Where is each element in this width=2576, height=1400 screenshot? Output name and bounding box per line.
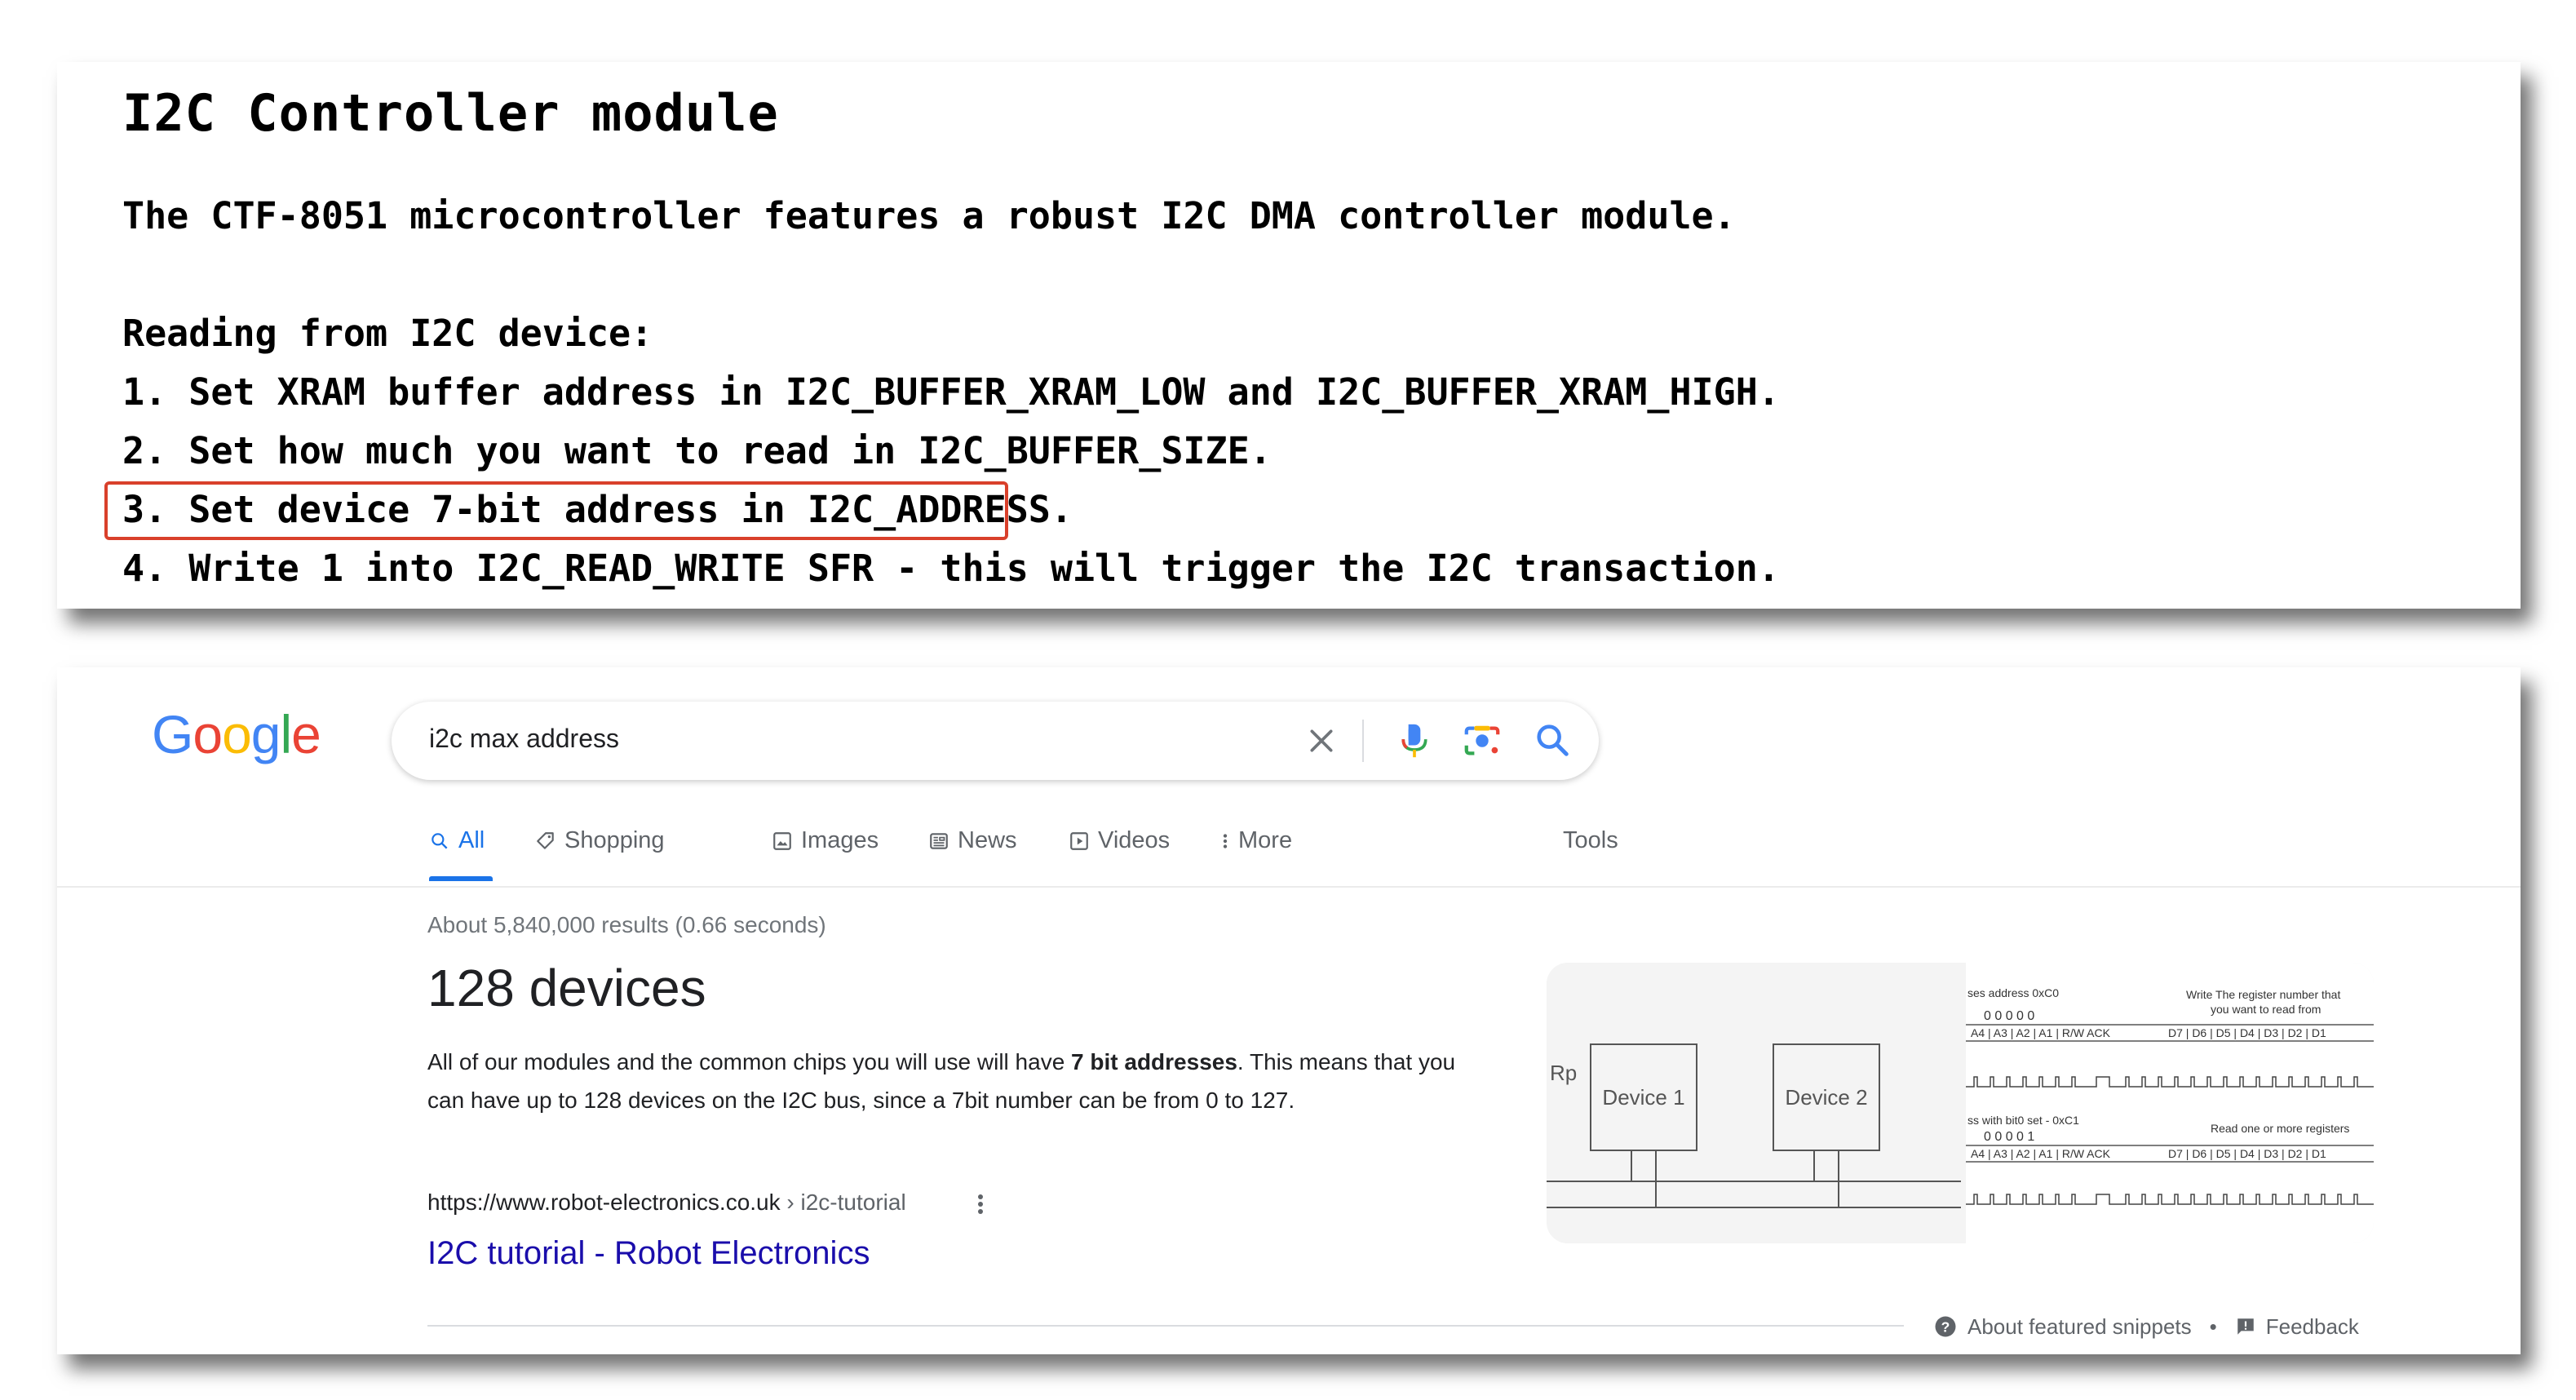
tab-news[interactable]: News bbox=[928, 827, 1017, 884]
doc-heading: Reading from I2C device: bbox=[122, 312, 653, 355]
search-box-divider bbox=[1362, 720, 1364, 762]
featured-snippet-text: All of our modules and the common chips … bbox=[427, 1043, 1488, 1119]
doc-step-4: 4. Write 1 into I2C_READ_WRITE SFR - thi… bbox=[122, 547, 1780, 590]
result-stats: About 5,840,000 results (0.66 seconds) bbox=[427, 912, 826, 937]
tab-videos[interactable]: Videos bbox=[1069, 827, 1170, 884]
footer-separator: • bbox=[2209, 1314, 2217, 1339]
doc-step-3: 3. Set device 7-bit address in I2C_ADDRE… bbox=[122, 488, 1073, 531]
rp-label: Rp bbox=[1550, 1061, 1577, 1085]
address-cells: A4 | A3 | A2 | A1 | R/W ACK bbox=[1971, 1147, 2111, 1160]
search-box[interactable] bbox=[392, 702, 1599, 780]
more-options-icon[interactable] bbox=[972, 1190, 989, 1219]
logo-letter: l bbox=[280, 704, 293, 764]
help-icon: ? bbox=[1935, 1316, 1956, 1337]
camera-lens-icon[interactable] bbox=[1462, 721, 1503, 760]
doc-step-1: 1. Set XRAM buffer address in I2C_BUFFER… bbox=[122, 370, 1780, 414]
featured-snippet-image[interactable]: Rp Device 1 Device 2 ses address 0xC0 Wr… bbox=[1547, 963, 2374, 1243]
tab-label: All bbox=[458, 827, 485, 853]
doc-intro: The CTF-8051 microcontroller features a … bbox=[122, 194, 1736, 237]
timing-label: Write The register number that bbox=[2186, 988, 2340, 1001]
snippet-bold-text: 7 bit addresses bbox=[1071, 1049, 1237, 1074]
tab-label: Videos bbox=[1098, 827, 1171, 853]
address-cells: A4 | A3 | A2 | A1 | R/W ACK bbox=[1971, 1026, 2111, 1039]
tabs-divider bbox=[57, 886, 2521, 888]
timing-label: you want to read from bbox=[2211, 1003, 2321, 1016]
search-icon bbox=[432, 833, 448, 849]
result-title-link[interactable]: I2C tutorial - Robot Electronics bbox=[427, 1235, 870, 1272]
data-cells: D7 | D6 | D5 | D4 | D3 | D2 | D1 bbox=[2168, 1026, 2326, 1039]
device-1-label: Device 1 bbox=[1602, 1085, 1684, 1110]
search-input[interactable] bbox=[427, 723, 1246, 755]
bit-values: 0 0 0 0 1 bbox=[1984, 1130, 2034, 1144]
close-icon[interactable] bbox=[1305, 724, 1338, 757]
search-icon[interactable] bbox=[1534, 721, 1571, 759]
tag-icon bbox=[537, 832, 554, 849]
tab-more[interactable]: More bbox=[1220, 827, 1292, 884]
source-domain: https://www.robot-electronics.co.uk bbox=[427, 1190, 781, 1215]
tools-button[interactable]: Tools bbox=[1563, 827, 1618, 884]
google-logo[interactable]: Google bbox=[152, 703, 321, 765]
play-icon bbox=[1070, 832, 1088, 850]
i2c-bus-diagram: Rp Device 1 Device 2 bbox=[1547, 963, 1961, 1243]
tools-label: Tools bbox=[1563, 827, 1618, 853]
microphone-icon[interactable] bbox=[1396, 721, 1432, 760]
source-path: › i2c-tutorial bbox=[780, 1190, 906, 1215]
tab-label: More bbox=[1238, 827, 1293, 853]
tab-label: Shopping bbox=[564, 827, 665, 853]
source-url[interactable]: https://www.robot-electronics.co.uk › i2… bbox=[427, 1190, 906, 1216]
kebab-icon bbox=[1223, 834, 1228, 848]
tab-shopping[interactable]: Shopping bbox=[535, 827, 665, 884]
timing-label: ss with bit0 set - 0xC1 bbox=[1967, 1114, 2079, 1127]
logo-letter: G bbox=[152, 704, 193, 764]
feedback-link[interactable]: Feedback bbox=[2266, 1314, 2359, 1340]
google-search-panel: Google All bbox=[57, 667, 2521, 1354]
logo-letter: o bbox=[193, 704, 223, 764]
documentation-panel: I2C Controller module The CTF-8051 micro… bbox=[57, 62, 2521, 609]
snippet-text-part: All of our modules and the common chips … bbox=[427, 1049, 1072, 1074]
logo-letter: o bbox=[222, 704, 252, 764]
tab-label: News bbox=[958, 827, 1017, 853]
logo-letter: e bbox=[291, 704, 321, 764]
i2c-timing-diagram: ses address 0xC0 Write The register numb… bbox=[1966, 963, 2374, 1243]
active-tab-indicator bbox=[429, 876, 493, 881]
timing-label: Read one or more registers bbox=[2211, 1122, 2349, 1135]
logo-letter: g bbox=[250, 704, 281, 764]
data-cells: D7 | D6 | D5 | D4 | D3 | D2 | D1 bbox=[2168, 1147, 2326, 1160]
image-icon bbox=[773, 832, 791, 850]
doc-step-2: 2. Set how much you want to read in I2C_… bbox=[122, 429, 1272, 472]
timing-label: ses address 0xC0 bbox=[1967, 986, 2059, 999]
feedback-icon bbox=[2237, 1318, 2254, 1335]
tab-label: Images bbox=[801, 827, 879, 853]
svg-text:?: ? bbox=[1941, 1318, 1950, 1335]
about-featured-snippets-link[interactable]: About featured snippets bbox=[1967, 1314, 2192, 1340]
device-2-label: Device 2 bbox=[1785, 1085, 1867, 1110]
snippet-footer: ? About featured snippets • Feedback bbox=[1933, 1310, 2359, 1343]
search-tabs: All Shopping Images News Videos More Too… bbox=[429, 827, 1653, 884]
featured-answer-title: 128 devices bbox=[427, 959, 706, 1017]
bit-values: 0 0 0 0 0 bbox=[1984, 1009, 2034, 1023]
tab-images[interactable]: Images bbox=[772, 827, 879, 884]
doc-title: I2C Controller module bbox=[122, 83, 779, 143]
newspaper-icon bbox=[930, 833, 948, 849]
results-divider bbox=[427, 1325, 1904, 1327]
